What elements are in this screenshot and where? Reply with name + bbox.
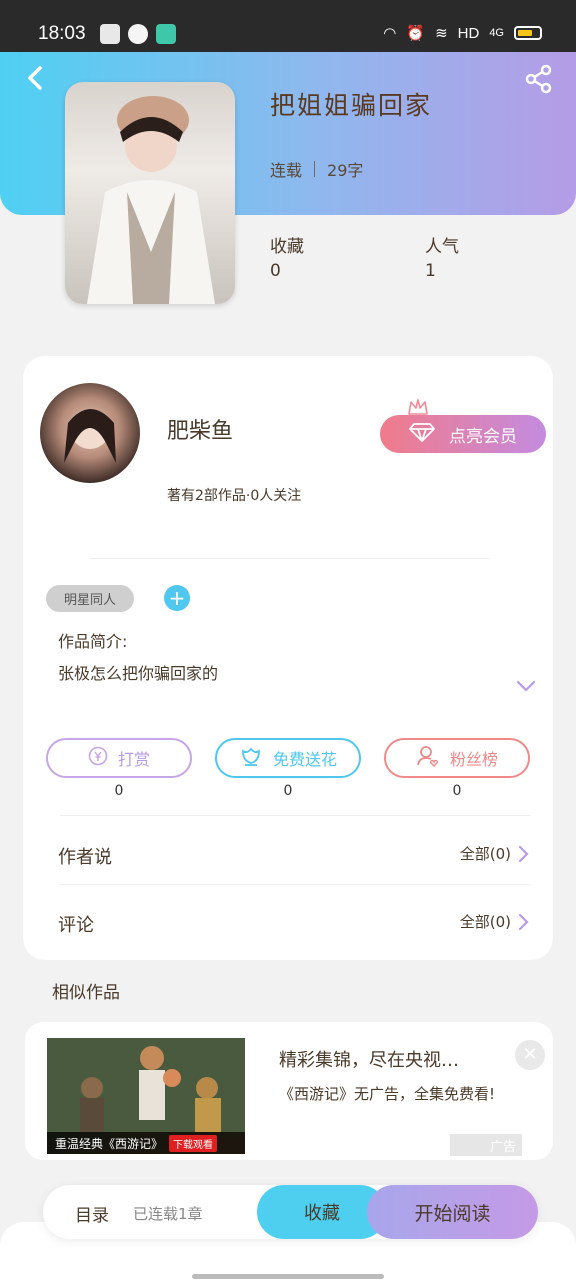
intro-label: 作品简介: (58, 632, 128, 651)
ad-caption: 重温经典《西游记》 下载观看 (47, 1132, 245, 1154)
crown-icon (407, 398, 429, 416)
row-divider (60, 884, 530, 885)
favorites-label: 收藏 (270, 237, 304, 257)
headphone-icon: ◠ (383, 25, 397, 42)
reward-button[interactable]: 打赏 (46, 738, 192, 778)
network-label: HD (457, 24, 480, 42)
author-says-all[interactable]: 全部(0) (460, 843, 529, 864)
status-right: ◠ ⏰ ≋ HD 4G (383, 24, 542, 42)
author-name[interactable]: 肥柴鱼 (167, 413, 233, 445)
meta-divider (314, 161, 316, 177)
book-word-count: 29字 (327, 161, 364, 180)
ad-description: 《西游记》无广告，全集免费看! (279, 1085, 496, 1103)
share-icon[interactable] (524, 64, 554, 94)
vip-button-label: 点亮会员 (449, 426, 517, 447)
fan-ranking-button[interactable]: 粉丝榜 (384, 738, 530, 778)
fan-ranking-label: 粉丝榜 (449, 750, 498, 769)
start-reading-button[interactable]: 开始阅读 (367, 1185, 538, 1239)
author-avatar[interactable] (40, 383, 140, 483)
comments-all[interactable]: 全部(0) (460, 911, 529, 932)
fan-count: 0 (452, 783, 462, 799)
popularity-label: 人气 (425, 237, 459, 257)
book-meta: 连载 29字 (270, 157, 363, 181)
comments-label: 评论 (58, 915, 94, 936)
send-flower-label: 免费送花 (272, 750, 337, 769)
ad-download-label[interactable]: 下载观看 (169, 1134, 218, 1152)
ad-image[interactable]: 重温经典《西游记》 下载观看 (47, 1038, 245, 1154)
reward-count: 0 (114, 783, 124, 799)
status-bar: 18:03 ◠ ⏰ ≋ HD 4G (0, 0, 576, 52)
comments-count: 全部(0) (459, 913, 511, 931)
similar-works-heading: 相似作品 (52, 983, 120, 1003)
chevron-right-icon (518, 913, 529, 930)
favorite-button-label: 收藏 (304, 1203, 340, 1224)
author-says-label: 作者说 (58, 847, 112, 868)
wifi-icon: ≋ (435, 25, 448, 42)
serial-status: 已连载1章 (133, 1205, 203, 1223)
ad-close-icon[interactable]: ✕ (515, 1040, 545, 1070)
genre-tag[interactable]: 明星同人 (46, 585, 134, 612)
book-status: 连载 (270, 161, 303, 180)
fan-user-icon (416, 745, 440, 771)
alarm-icon: ⏰ (406, 25, 426, 42)
home-indicator[interactable] (192, 1274, 384, 1279)
diamond-icon (409, 422, 435, 447)
ad-label: 广告 (450, 1134, 522, 1156)
book-cover-image[interactable] (65, 82, 235, 304)
popularity-value: 1 (425, 261, 436, 281)
add-tag-button[interactable]: + (164, 585, 190, 611)
favorites-value: 0 (270, 261, 281, 281)
intro-text: 张极怎么把你骗回家的 (58, 664, 219, 683)
flower-icon (239, 745, 263, 771)
card-divider (90, 558, 490, 559)
author-stats: 著有2部作品·0人关注 (167, 488, 302, 504)
reward-label: 打赏 (117, 750, 150, 769)
book-title: 把姐姐骗回家 (270, 91, 433, 120)
ad-title[interactable]: 精彩集锦，尽在央视… (279, 1046, 459, 1072)
chevron-right-icon (518, 845, 529, 862)
author-says-row[interactable]: 作者说 全部(0) (23, 821, 553, 889)
vip-button[interactable]: 点亮会员 (380, 415, 546, 453)
row-divider (60, 815, 530, 816)
chevron-down-icon[interactable] (516, 678, 536, 692)
status-app-icons (100, 24, 176, 44)
send-flower-button[interactable]: 免费送花 (215, 738, 361, 778)
signal-label: 4G (489, 27, 504, 39)
flower-count: 0 (283, 783, 293, 799)
yen-icon (88, 746, 108, 770)
ad-caption-text: 重温经典《西游记》 (55, 1136, 164, 1151)
battery-icon (514, 26, 542, 40)
app-notification-icon (100, 24, 120, 44)
back-arrow-icon[interactable] (22, 64, 50, 92)
start-reading-label: 开始阅读 (414, 1202, 491, 1225)
author-says-count: 全部(0) (459, 845, 511, 863)
weibo-icon (128, 24, 148, 44)
toc-button[interactable]: 目录 (75, 1201, 109, 1226)
chat-app-icon (156, 24, 176, 44)
comments-row[interactable]: 评论 全部(0) (23, 889, 553, 957)
status-time: 18:03 (38, 23, 86, 44)
